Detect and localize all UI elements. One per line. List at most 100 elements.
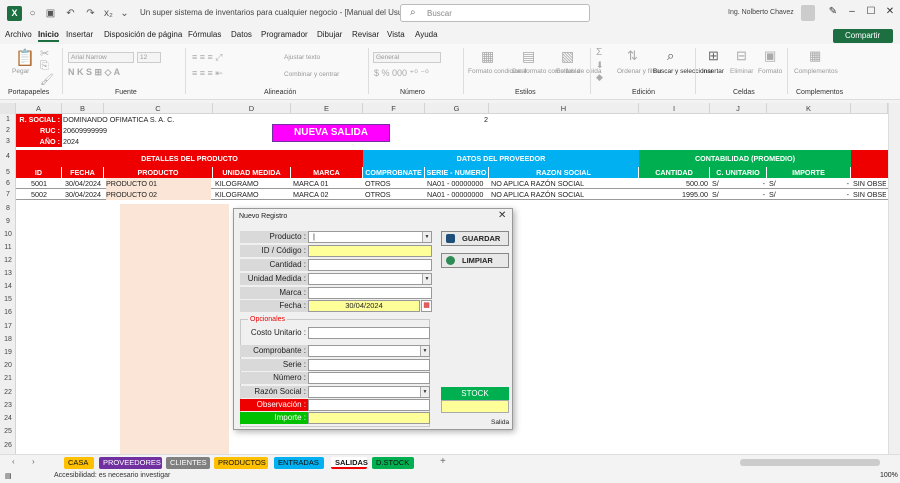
fill-icon[interactable]: ⬇ [596,60,604,71]
chevron-down-icon[interactable]: ▼ [422,232,431,242]
format-cells-button[interactable]: Formato [758,68,782,76]
fecha-field[interactable]: 30/04/2024 [308,300,420,312]
user-name[interactable]: Ing. Nolberto Chavez [728,9,794,16]
format-cells-icon[interactable]: ▣ [764,48,776,64]
horizontal-scrollbar[interactable] [740,459,880,466]
sheet-tab[interactable]: CLIENTES [166,457,210,469]
guardar-button[interactable]: GUARDAR [441,231,509,246]
align-top-icon[interactable]: ≡ ≡ ≡ ⤢ [192,52,222,63]
row-header[interactable]: 22 [0,386,16,399]
row-header[interactable]: 21 [0,372,16,386]
insert-cells-icon[interactable]: ⊞ [708,48,719,64]
menu-insertar[interactable]: Insertar [66,30,93,39]
table-cell[interactable]: - [789,178,849,189]
column-i[interactable]: I [639,103,710,114]
column-d[interactable]: D [213,103,291,114]
table-cell[interactable]: - [732,178,765,189]
find-icon[interactable]: ⌕ [667,48,674,64]
column-j[interactable]: J [710,103,767,114]
table-cell[interactable]: 30/04/2024 [64,178,102,189]
autosum-icon[interactable]: Σ [596,47,602,58]
row-header[interactable]: 13 [0,267,16,280]
number-format-select[interactable]: General [373,52,441,63]
column-b[interactable]: B [62,103,104,114]
row-header[interactable]: 4 [0,147,16,167]
save-icon[interactable]: ▣ [44,7,57,20]
row-header[interactable]: 10 [0,228,16,241]
row-header[interactable]: 23 [0,399,16,412]
chevron-down-icon[interactable]: ▼ [422,274,431,284]
table-cell[interactable]: OTROS [365,189,423,200]
row-header[interactable]: 5 [0,167,16,178]
row-header[interactable]: 18 [0,333,16,346]
addins-button[interactable]: Complementos [794,68,838,76]
paste-icon[interactable]: 📋 [15,48,35,68]
align-left-icon[interactable]: ≡ ≡ ≡ ⇤ [192,68,223,79]
format-painter-icon[interactable]: 🖌 [40,73,54,86]
serie-field[interactable] [308,359,430,371]
autosave-icon[interactable]: ○ [26,7,39,20]
row-header[interactable]: 20 [0,359,16,372]
menu-formulas[interactable]: Fórmulas [188,30,221,39]
delete-cells-icon[interactable]: ⊟ [736,48,747,64]
observacion-field[interactable] [308,399,430,411]
cantidad-field[interactable] [308,259,432,271]
table-cell[interactable]: KILOGRAMO [215,189,289,200]
column-h[interactable]: H [489,103,639,114]
importe-field[interactable] [308,412,430,424]
column-e[interactable]: E [291,103,363,114]
table-cell[interactable]: KILOGRAMO [215,178,289,189]
cut-icon[interactable]: ✂ [40,47,49,60]
row-header[interactable]: 19 [0,346,16,359]
paste-label[interactable]: Pegar [12,68,29,76]
table-cell[interactable]: S/ [769,189,785,200]
row-header[interactable]: 6 [0,178,16,189]
numero-field[interactable] [308,372,430,384]
row-header[interactable]: 1 [0,114,16,125]
undo-icon[interactable]: ↶ [64,7,77,20]
wrap-text-button[interactable]: Ajustar texto [284,54,320,62]
column-l[interactable] [851,103,888,114]
menu-programador[interactable]: Programador [261,30,308,39]
anio-value[interactable]: 2024 [63,136,79,147]
column-c[interactable]: C [104,103,213,114]
tab-prev-icon[interactable]: ‹ [12,457,15,466]
table-cell[interactable]: NA01 - 00000000 [427,178,487,189]
sheet-tab[interactable]: SALIDAS [331,457,368,469]
select-all[interactable] [0,103,16,114]
menu-vista[interactable]: Vista [387,30,405,39]
chevron-down-icon[interactable]: ▼ [420,346,429,356]
avatar[interactable] [801,5,815,21]
sheet-tab[interactable]: ENTRADAS [274,457,324,469]
table-cell[interactable]: PRODUCTO 01 [106,178,211,189]
addins-icon[interactable]: ▦ [809,48,821,64]
close-icon[interactable]: ✕ [498,210,506,221]
insert-cells-button[interactable]: Insertar [702,68,724,76]
r-social-value[interactable]: DOMINANDO OFIMATICA S. A. C. [63,114,174,125]
add-sheet-icon[interactable]: + [440,456,446,467]
search-input[interactable]: ⌕ Buscar [400,4,590,22]
table-cell[interactable]: SIN OBSE [853,178,886,189]
table-cell[interactable]: SIN OBSE [853,189,886,200]
font-size-select[interactable]: 12 [137,52,161,63]
sheet-tab[interactable]: PROVEEDORES [99,457,162,469]
table-cell[interactable]: PRODUCTO 02 [106,189,211,200]
menu-datos[interactable]: Datos [231,30,252,39]
table-cell[interactable]: 30/04/2024 [64,189,102,200]
row-header[interactable]: 3 [0,136,16,147]
chevron-down-icon[interactable]: ▼ [420,387,429,397]
redo-icon[interactable]: ↷ [84,7,97,20]
table-cell[interactable]: MARCA 02 [293,189,361,200]
row-header[interactable]: 2 [0,125,16,136]
maximize-icon[interactable]: ☐ [864,6,878,17]
table-cell[interactable]: 1995.00 [641,189,708,200]
menu-dibujar[interactable]: Dibujar [317,30,342,39]
table-cell[interactable]: - [789,189,849,200]
tab-next-icon[interactable]: › [32,457,35,466]
table-cell[interactable]: - [732,189,765,200]
producto-select[interactable]: | ▼ [308,231,432,243]
row-header[interactable]: 8 [0,202,16,215]
row-header[interactable]: 17 [0,320,16,333]
pen-icon[interactable]: ✎ [826,6,840,17]
column-f[interactable]: F [363,103,425,114]
